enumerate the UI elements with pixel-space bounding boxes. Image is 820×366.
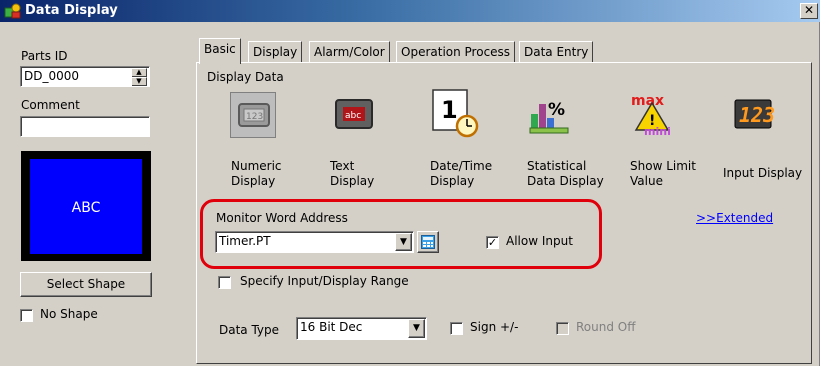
select-shape-label: Select Shape xyxy=(46,277,126,291)
tab-basic[interactable]: Basic xyxy=(199,38,241,64)
parts-id-spinner[interactable]: ▲ ▼ xyxy=(131,68,147,86)
svg-text:%: % xyxy=(548,100,565,120)
data-type-value: 16 Bit Dec xyxy=(300,320,363,334)
data-type-label: Data Type xyxy=(219,323,280,337)
comment-label: Comment xyxy=(21,98,80,112)
window-title: Data Display xyxy=(25,3,118,18)
svg-text:123: 123 xyxy=(739,103,775,127)
data-type-dropdown[interactable]: ▼ xyxy=(408,319,425,338)
svg-text:1: 1 xyxy=(441,96,458,124)
svg-text:max: max xyxy=(631,93,664,109)
shape-preview: ABC xyxy=(30,159,142,254)
specify-range-label: Specify Input/Display Range xyxy=(240,274,409,288)
spin-down-icon[interactable]: ▼ xyxy=(132,77,147,86)
round-off-label: Round Off xyxy=(576,320,636,334)
sign-label: Sign +/- xyxy=(470,320,519,334)
tab-basic-label: Basic xyxy=(204,42,236,56)
round-off-checkbox xyxy=(556,322,569,335)
select-shape-button[interactable]: Select Shape xyxy=(20,272,152,297)
highlight-annotation xyxy=(200,199,602,269)
close-button[interactable]: ✕ xyxy=(800,3,818,19)
text-display-icon: abc xyxy=(335,99,373,129)
datetime-display-label: Date/Time Display xyxy=(430,159,493,188)
data-display-app-icon xyxy=(4,3,21,19)
extended-link[interactable]: >>Extended xyxy=(696,211,773,225)
preview-text: ABC xyxy=(71,200,101,216)
datetime-display-icon: 1 xyxy=(432,89,479,138)
text-display-label: Text Display xyxy=(330,159,375,188)
statistical-display-label: Statistical Data Display xyxy=(527,159,604,188)
data-display-window: Data Display ✕ Parts ID DD_0000 ▲ ▼ Comm… xyxy=(0,0,820,366)
statistical-display-icon: % xyxy=(529,100,569,134)
display-data-title: Display Data xyxy=(207,70,284,84)
title-bar: Data Display ✕ xyxy=(0,0,820,22)
input-display-icon: 123 xyxy=(734,99,775,129)
numeric-display-label: Numeric Display xyxy=(231,159,282,188)
tab-display-label: Display xyxy=(253,45,298,59)
parts-id-value: DD_0000 xyxy=(24,69,80,83)
svg-text:123: 123 xyxy=(246,112,263,122)
numeric-display-icon: 123 xyxy=(238,103,270,127)
specify-range-checkbox[interactable] xyxy=(218,276,231,289)
svg-text:mini: mini xyxy=(644,125,671,136)
close-icon: ✕ xyxy=(803,3,815,17)
tab-operation-process-label: Operation Process xyxy=(401,45,511,59)
tab-alarm-color[interactable]: Alarm/Color xyxy=(309,41,390,62)
tab-data-entry-label: Data Entry xyxy=(524,45,589,59)
show-limit-icon: max ! mini xyxy=(631,93,671,136)
input-display-label: Input Display xyxy=(723,166,803,180)
tab-alarm-color-label: Alarm/Color xyxy=(314,45,385,59)
tab-operation-process[interactable]: Operation Process xyxy=(396,41,516,62)
sign-checkbox[interactable] xyxy=(450,322,463,335)
tab-display[interactable]: Display xyxy=(248,41,303,62)
no-shape-checkbox[interactable] xyxy=(20,309,33,322)
shape-preview-frame: ABC xyxy=(21,151,151,261)
svg-text:abc: abc xyxy=(345,111,361,121)
no-shape-label: No Shape xyxy=(40,307,98,321)
spin-up-icon[interactable]: ▲ xyxy=(132,68,147,77)
tab-data-entry[interactable]: Data Entry xyxy=(519,41,594,62)
comment-field[interactable] xyxy=(20,116,150,137)
parts-id-label: Parts ID xyxy=(21,49,68,63)
chevron-down-icon: ▼ xyxy=(413,323,420,333)
show-limit-label: Show Limit Value xyxy=(630,159,696,188)
